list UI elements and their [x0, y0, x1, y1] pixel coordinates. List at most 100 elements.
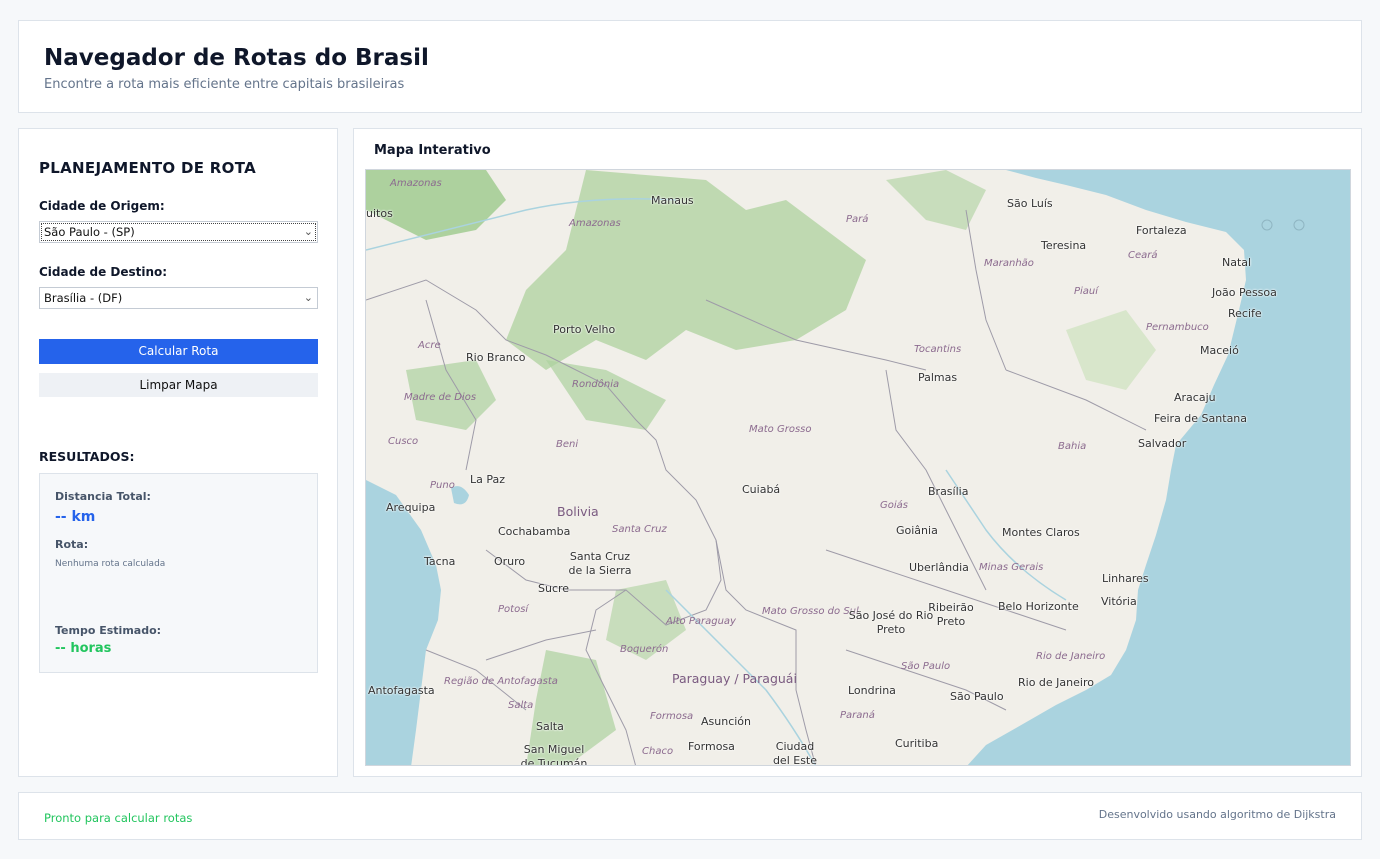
region-label: Cusco: [388, 436, 419, 447]
origin-select[interactable]: São Paulo - (SP) ⌄: [39, 221, 318, 243]
city-label: Feira de Santana: [1154, 412, 1248, 425]
origin-label: Cidade de Origem:: [39, 199, 165, 213]
city-label: Brasília: [928, 485, 969, 498]
city-label: Recife: [1228, 307, 1262, 320]
chevron-down-icon: ⌄: [303, 291, 313, 304]
time-label: Tempo Estimado:: [55, 624, 162, 637]
city-label: Maceió: [1200, 344, 1239, 357]
footer-credit: Desenvolvido usando algoritmo de Dijkstr…: [1098, 808, 1336, 821]
region-label: Região de Antofagasta: [444, 676, 558, 687]
city-label: Porto Velho: [553, 323, 616, 336]
region-label: Pernambuco: [1146, 322, 1209, 333]
app-header: Navegador de Rotas do Brasil Encontre a …: [18, 20, 1362, 113]
region-label: Bahia: [1058, 441, 1087, 452]
region-label: Formosa: [650, 711, 694, 722]
city-label: São José do Rio Preto: [848, 609, 934, 636]
city-label: São Paulo: [950, 690, 1004, 703]
region-label: Goiás: [880, 500, 908, 511]
panel-heading: PLANEJAMENTO DE ROTA: [39, 159, 256, 177]
results-box: Distancia Total: -- km Rota: Nenhuma rot…: [39, 473, 318, 673]
region-label: Maranhão: [984, 258, 1034, 269]
city-label: Natal: [1222, 256, 1252, 269]
region-label: Puno: [430, 480, 455, 491]
region-label: Pará: [846, 214, 869, 225]
city-label: San Miguel de Tucumán: [520, 743, 588, 766]
region-label: Alto Paraguay: [666, 616, 736, 627]
city-label: Arequipa: [386, 501, 436, 514]
region-label: Potosí: [498, 604, 529, 615]
city-label: Linhares: [1102, 572, 1149, 585]
region-label: Piauí: [1074, 286, 1099, 297]
region-label: Mato Grosso: [749, 424, 812, 435]
city-label: Fortaleza: [1136, 224, 1187, 237]
origin-select-value: São Paulo - (SP): [44, 225, 135, 239]
destination-select-value: Brasília - (DF): [44, 291, 123, 305]
city-label: Antofagasta: [368, 684, 435, 697]
city-label: Aracaju: [1174, 391, 1216, 404]
region-label: Beni: [556, 439, 579, 450]
city-label: Ciudad del Este: [772, 740, 818, 766]
chevron-down-icon: ⌄: [303, 225, 313, 238]
region-label: São Paulo: [901, 661, 951, 672]
destination-label: Cidade de Destino:: [39, 265, 168, 279]
city-label: Montes Claros: [1002, 526, 1080, 539]
results-heading: RESULTADOS:: [39, 449, 135, 464]
distance-label: Distancia Total:: [55, 490, 151, 503]
route-label: Rota:: [55, 538, 89, 551]
calculate-route-button[interactable]: Calcular Rota: [39, 339, 318, 364]
region-label: Chaco: [642, 746, 674, 757]
region-label: Minas Gerais: [979, 562, 1044, 573]
city-label: São Luís: [1007, 197, 1053, 210]
city-label: Oruro: [494, 555, 526, 568]
city-label: Asunción: [701, 715, 752, 728]
city-label: Salta: [536, 720, 564, 733]
city-label: Teresina: [1041, 239, 1087, 252]
distance-value: -- km: [55, 509, 96, 525]
city-label: Tacna: [424, 555, 456, 568]
region-label: Mato Grosso do Sul: [762, 606, 859, 617]
city-label: Rio Branco: [466, 351, 526, 364]
region-label: Madre de Dios: [404, 392, 477, 403]
city-label: Manaus: [651, 194, 694, 207]
region-label: Boquerón: [620, 644, 669, 655]
page-subtitle: Encontre a rota mais eficiente entre cap…: [44, 77, 405, 92]
region-label: Tocantins: [914, 344, 962, 355]
country-label: Paraguay / Paraguái: [672, 671, 797, 686]
city-label: Rio de Janeiro: [1018, 676, 1094, 689]
city-label: uitos: [366, 207, 393, 220]
time-value: -- horas: [55, 641, 112, 656]
page-title: Navegador de Rotas do Brasil: [44, 45, 429, 71]
country-label: Bolivia: [557, 504, 599, 519]
city-label: Londrina: [848, 684, 896, 697]
city-label: Salvador: [1138, 437, 1187, 450]
city-label: La Paz: [470, 473, 506, 486]
region-label: Acre: [418, 340, 441, 351]
region-label: Rio de Janeiro: [1036, 651, 1106, 662]
status-message: Pronto para calcular rotas: [44, 811, 193, 825]
city-label: Cuiabá: [742, 483, 781, 496]
city-label: João Pessoa: [1212, 286, 1277, 299]
map-title: Mapa Interativo: [374, 143, 491, 158]
city-label: Goiânia: [896, 524, 938, 537]
city-label: Vitória: [1101, 595, 1137, 608]
city-label: Curitiba: [895, 737, 939, 750]
app-footer: Pronto para calcular rotas Desenvolvido …: [18, 792, 1362, 840]
city-label: Palmas: [918, 371, 958, 384]
city-label: Uberlândia: [909, 561, 969, 574]
city-label: Belo Horizonte: [998, 600, 1079, 613]
destination-select[interactable]: Brasília - (DF) ⌄: [39, 287, 318, 309]
route-value: Nenhuma rota calculada: [55, 559, 166, 569]
city-label: Sucre: [538, 582, 570, 595]
clear-map-button[interactable]: Limpar Mapa: [39, 373, 318, 397]
city-label: Formosa: [688, 740, 735, 753]
region-label: Paraná: [840, 710, 875, 721]
interactive-map[interactable]: Amazonas Pará Amazonas Maranhão Ceará Pi…: [365, 169, 1351, 766]
region-label: Rondônia: [572, 379, 620, 390]
region-label: Amazonas: [569, 218, 621, 229]
region-label: Amazonas: [390, 178, 442, 189]
map-panel: Mapa Interativo Amazonas Pará Amazonas M…: [353, 128, 1362, 777]
city-label: Santa Cruz de la Sierra: [568, 550, 632, 577]
city-label: Ribeirão Preto: [928, 601, 974, 628]
region-label: Santa Cruz: [612, 524, 667, 535]
region-label: Salta: [508, 700, 534, 711]
